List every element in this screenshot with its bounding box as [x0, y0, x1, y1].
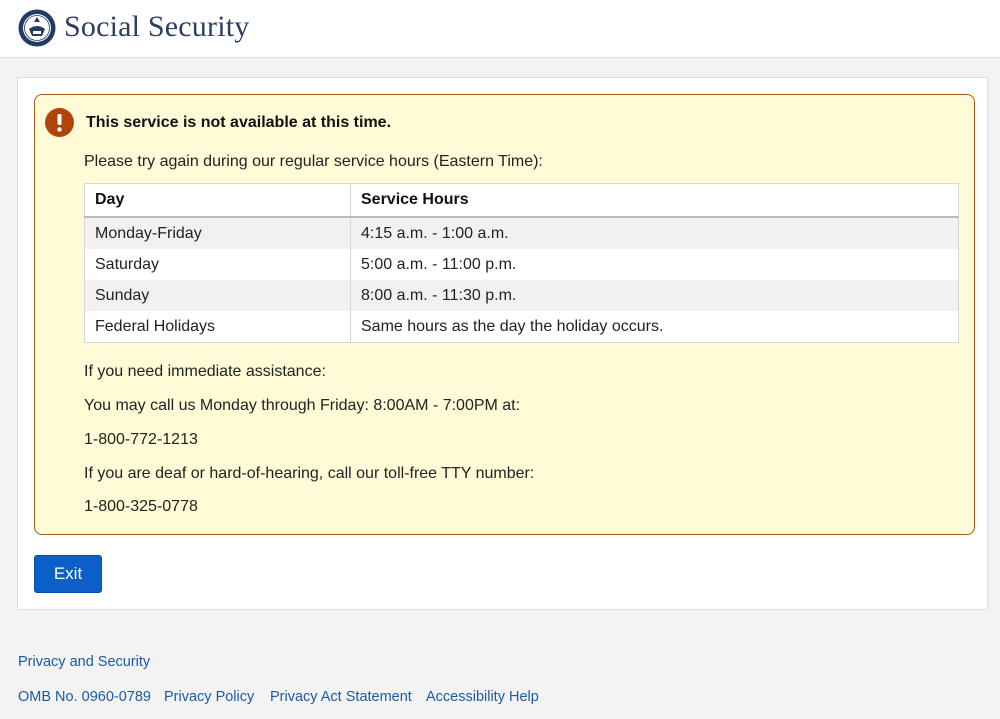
table-header-row: Day Service Hours	[84, 183, 959, 218]
column-header-day: Day	[84, 183, 351, 218]
privacy-policy-link[interactable]: Privacy Policy	[164, 689, 254, 705]
table-row: Saturday 5:00 a.m. - 11:00 p.m.	[84, 249, 959, 280]
ssa-seal-icon[interactable]	[18, 9, 56, 47]
call-hours-text: You may call us Monday through Friday: 8…	[84, 397, 521, 414]
accessibility-help-link[interactable]: Accessibility Help	[426, 689, 539, 705]
day-cell: Federal Holidays	[84, 311, 351, 343]
main-card: This service is not available at this ti…	[17, 77, 988, 610]
privacy-and-security-link[interactable]: Privacy and Security	[18, 654, 150, 670]
assistance-heading: If you need immediate assistance:	[84, 363, 326, 380]
table-row: Monday-Friday 4:15 a.m. - 1:00 a.m.	[84, 217, 959, 249]
brand-title[interactable]: Social Security	[64, 10, 249, 44]
hours-cell: 5:00 a.m. - 11:00 p.m.	[350, 249, 959, 280]
alert-intro: Please try again during our regular serv…	[84, 153, 543, 170]
exit-button[interactable]: Exit	[34, 555, 102, 593]
hours-cell: 4:15 a.m. - 1:00 a.m.	[350, 217, 959, 249]
tty-phone-number: 1-800-325-0778	[84, 498, 198, 515]
hours-cell: Same hours as the day the holiday occurs…	[350, 311, 959, 343]
table-row: Federal Holidays Same hours as the day t…	[84, 311, 959, 343]
alert-title: This service is not available at this ti…	[86, 114, 392, 131]
day-cell: Saturday	[84, 249, 351, 280]
tty-text: If you are deaf or hard-of-hearing, call…	[84, 465, 535, 482]
day-cell: Sunday	[84, 280, 351, 311]
hours-cell: 8:00 a.m. - 11:30 p.m.	[350, 280, 959, 311]
privacy-act-statement-link[interactable]: Privacy Act Statement	[270, 689, 412, 705]
alert-box: This service is not available at this ti…	[34, 94, 975, 535]
omb-number-link[interactable]: OMB No. 0960-0789	[18, 689, 151, 705]
phone-number: 1-800-772-1213	[84, 431, 198, 448]
column-header-service-hours: Service Hours	[350, 183, 959, 218]
service-hours-table: Day Service Hours Monday-Friday 4:15 a.m…	[84, 183, 959, 343]
table-row: Sunday 8:00 a.m. - 11:30 p.m.	[84, 280, 959, 311]
day-cell: Monday-Friday	[84, 217, 351, 249]
exclamation-circle-icon	[45, 108, 74, 137]
site-header: Social Security	[0, 0, 1000, 58]
